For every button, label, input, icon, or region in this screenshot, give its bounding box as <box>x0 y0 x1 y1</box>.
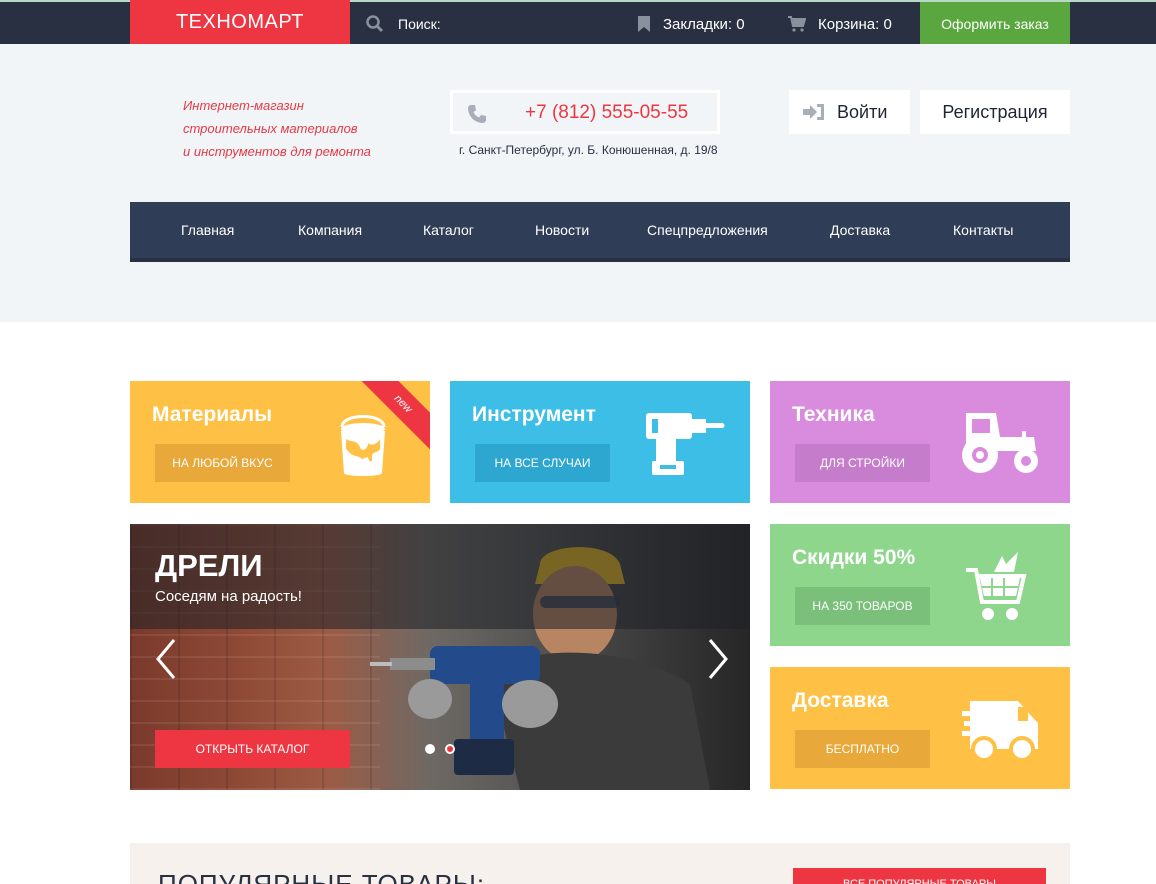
bookmarks-label: Закладки: 0 <box>663 15 745 33</box>
login-label: Войти <box>837 101 888 122</box>
paint-bucket-icon <box>340 415 386 476</box>
store-tagline: Интернет-магазин строительных материалов… <box>183 94 371 163</box>
tile-delivery[interactable]: Доставка БЕСПЛАТНО <box>770 667 1070 789</box>
login-icon <box>803 104 824 120</box>
store-address: г. Санкт-Петербург, ул. Б. Конюшенная, д… <box>459 143 718 157</box>
discount-cart-icon <box>966 552 1027 620</box>
nav-item-news[interactable]: Новости <box>535 222 589 238</box>
search-icon <box>366 15 384 33</box>
delivery-truck-icon <box>960 701 1038 762</box>
nav-item-special-offers[interactable]: Спецпредложения <box>647 222 768 238</box>
search-label: Поиск: <box>398 16 441 32</box>
cart-icon <box>788 16 806 32</box>
cart-link[interactable]: Корзина: 0 <box>788 12 892 36</box>
tile-materials-title: Материалы <box>152 403 273 426</box>
tile-discount-button[interactable]: НА 350 ТОВАРОВ <box>795 587 930 625</box>
cart-label: Корзина: 0 <box>818 15 892 33</box>
slider-title: ДРЕЛИ <box>155 548 263 583</box>
tile-tools[interactable]: Инструмент НА ВСЕ СЛУЧАИ <box>450 381 750 503</box>
bookmarks-link[interactable]: Закладки: 0 <box>637 12 745 36</box>
slider-dot-1[interactable] <box>425 744 435 754</box>
arrow-left-icon[interactable] <box>154 638 178 680</box>
arrow-right-icon[interactable] <box>706 638 730 680</box>
header-area <box>0 44 1156 322</box>
tile-discount[interactable]: Скидки 50% НА 350 ТОВАРОВ <box>770 524 1070 646</box>
bookmark-icon <box>638 16 650 32</box>
phone-icon <box>468 105 486 123</box>
register-button[interactable]: Регистрация <box>920 90 1070 134</box>
tile-tools-button[interactable]: НА ВСЕ СЛУЧАИ <box>475 444 610 482</box>
nav-item-company[interactable]: Компания <box>298 222 362 238</box>
phone-number[interactable]: +7 (812) 555-05-55 <box>525 102 688 124</box>
promo-slider[interactable]: ДРЕЛИ Соседям на радость! ОТКРЫТЬ КАТАЛО… <box>130 524 750 790</box>
tile-delivery-button[interactable]: БЕСПЛАТНО <box>795 730 930 768</box>
tile-machinery-button[interactable]: ДЛЯ СТРОЙКИ <box>795 444 930 482</box>
slider-subtitle: Соседям на радость! <box>155 588 302 605</box>
popular-title: ПОПУЛЯРНЫЕ ТОВАРЫ: <box>158 869 486 884</box>
drill-icon <box>646 413 725 475</box>
open-catalog-button[interactable]: ОТКРЫТЬ КАТАЛОГ <box>155 730 350 768</box>
tile-tools-title: Инструмент <box>472 403 596 426</box>
tile-machinery-title: Техника <box>792 403 875 426</box>
main-nav: Главная Компания Каталог Новости Спецпре… <box>130 202 1070 262</box>
nav-item-catalog[interactable]: Каталог <box>423 222 474 238</box>
all-popular-button[interactable]: ВСЕ ПОПУЛЯРНЫЕ ТОВАРЫ <box>793 868 1046 884</box>
tile-machinery[interactable]: Техника ДЛЯ СТРОЙКИ <box>770 381 1070 503</box>
tractor-icon <box>962 413 1038 473</box>
search-field[interactable]: Поиск: <box>366 12 441 36</box>
tile-discount-title: Скидки 50% <box>792 546 916 569</box>
tagline-line-2: строительных материалов <box>183 121 358 136</box>
slider-dot-2[interactable] <box>445 744 455 754</box>
site-logo[interactable]: ТЕХНОМАРТ <box>130 0 350 48</box>
nav-item-home[interactable]: Главная <box>181 222 234 238</box>
tile-materials-button[interactable]: НА ЛЮБОЙ ВКУС <box>155 444 290 482</box>
phone-box: +7 (812) 555-05-55 <box>450 90 720 134</box>
login-button[interactable]: Войти <box>789 90 910 134</box>
nav-item-contacts[interactable]: Контакты <box>953 222 1013 238</box>
tagline-line-3: и инструментов для ремонта <box>183 144 371 159</box>
tagline-line-1: Интернет-магазин <box>183 98 304 113</box>
tile-delivery-title: Доставка <box>792 689 889 712</box>
tile-materials[interactable]: new Материалы НА ЛЮБОЙ ВКУС <box>130 381 430 503</box>
popular-products-section: ПОПУЛЯРНЫЕ ТОВАРЫ: ВСЕ ПОПУЛЯРНЫЕ ТОВАРЫ <box>130 843 1070 884</box>
nav-item-delivery[interactable]: Доставка <box>830 222 890 238</box>
checkout-button[interactable]: Оформить заказ <box>920 2 1070 46</box>
